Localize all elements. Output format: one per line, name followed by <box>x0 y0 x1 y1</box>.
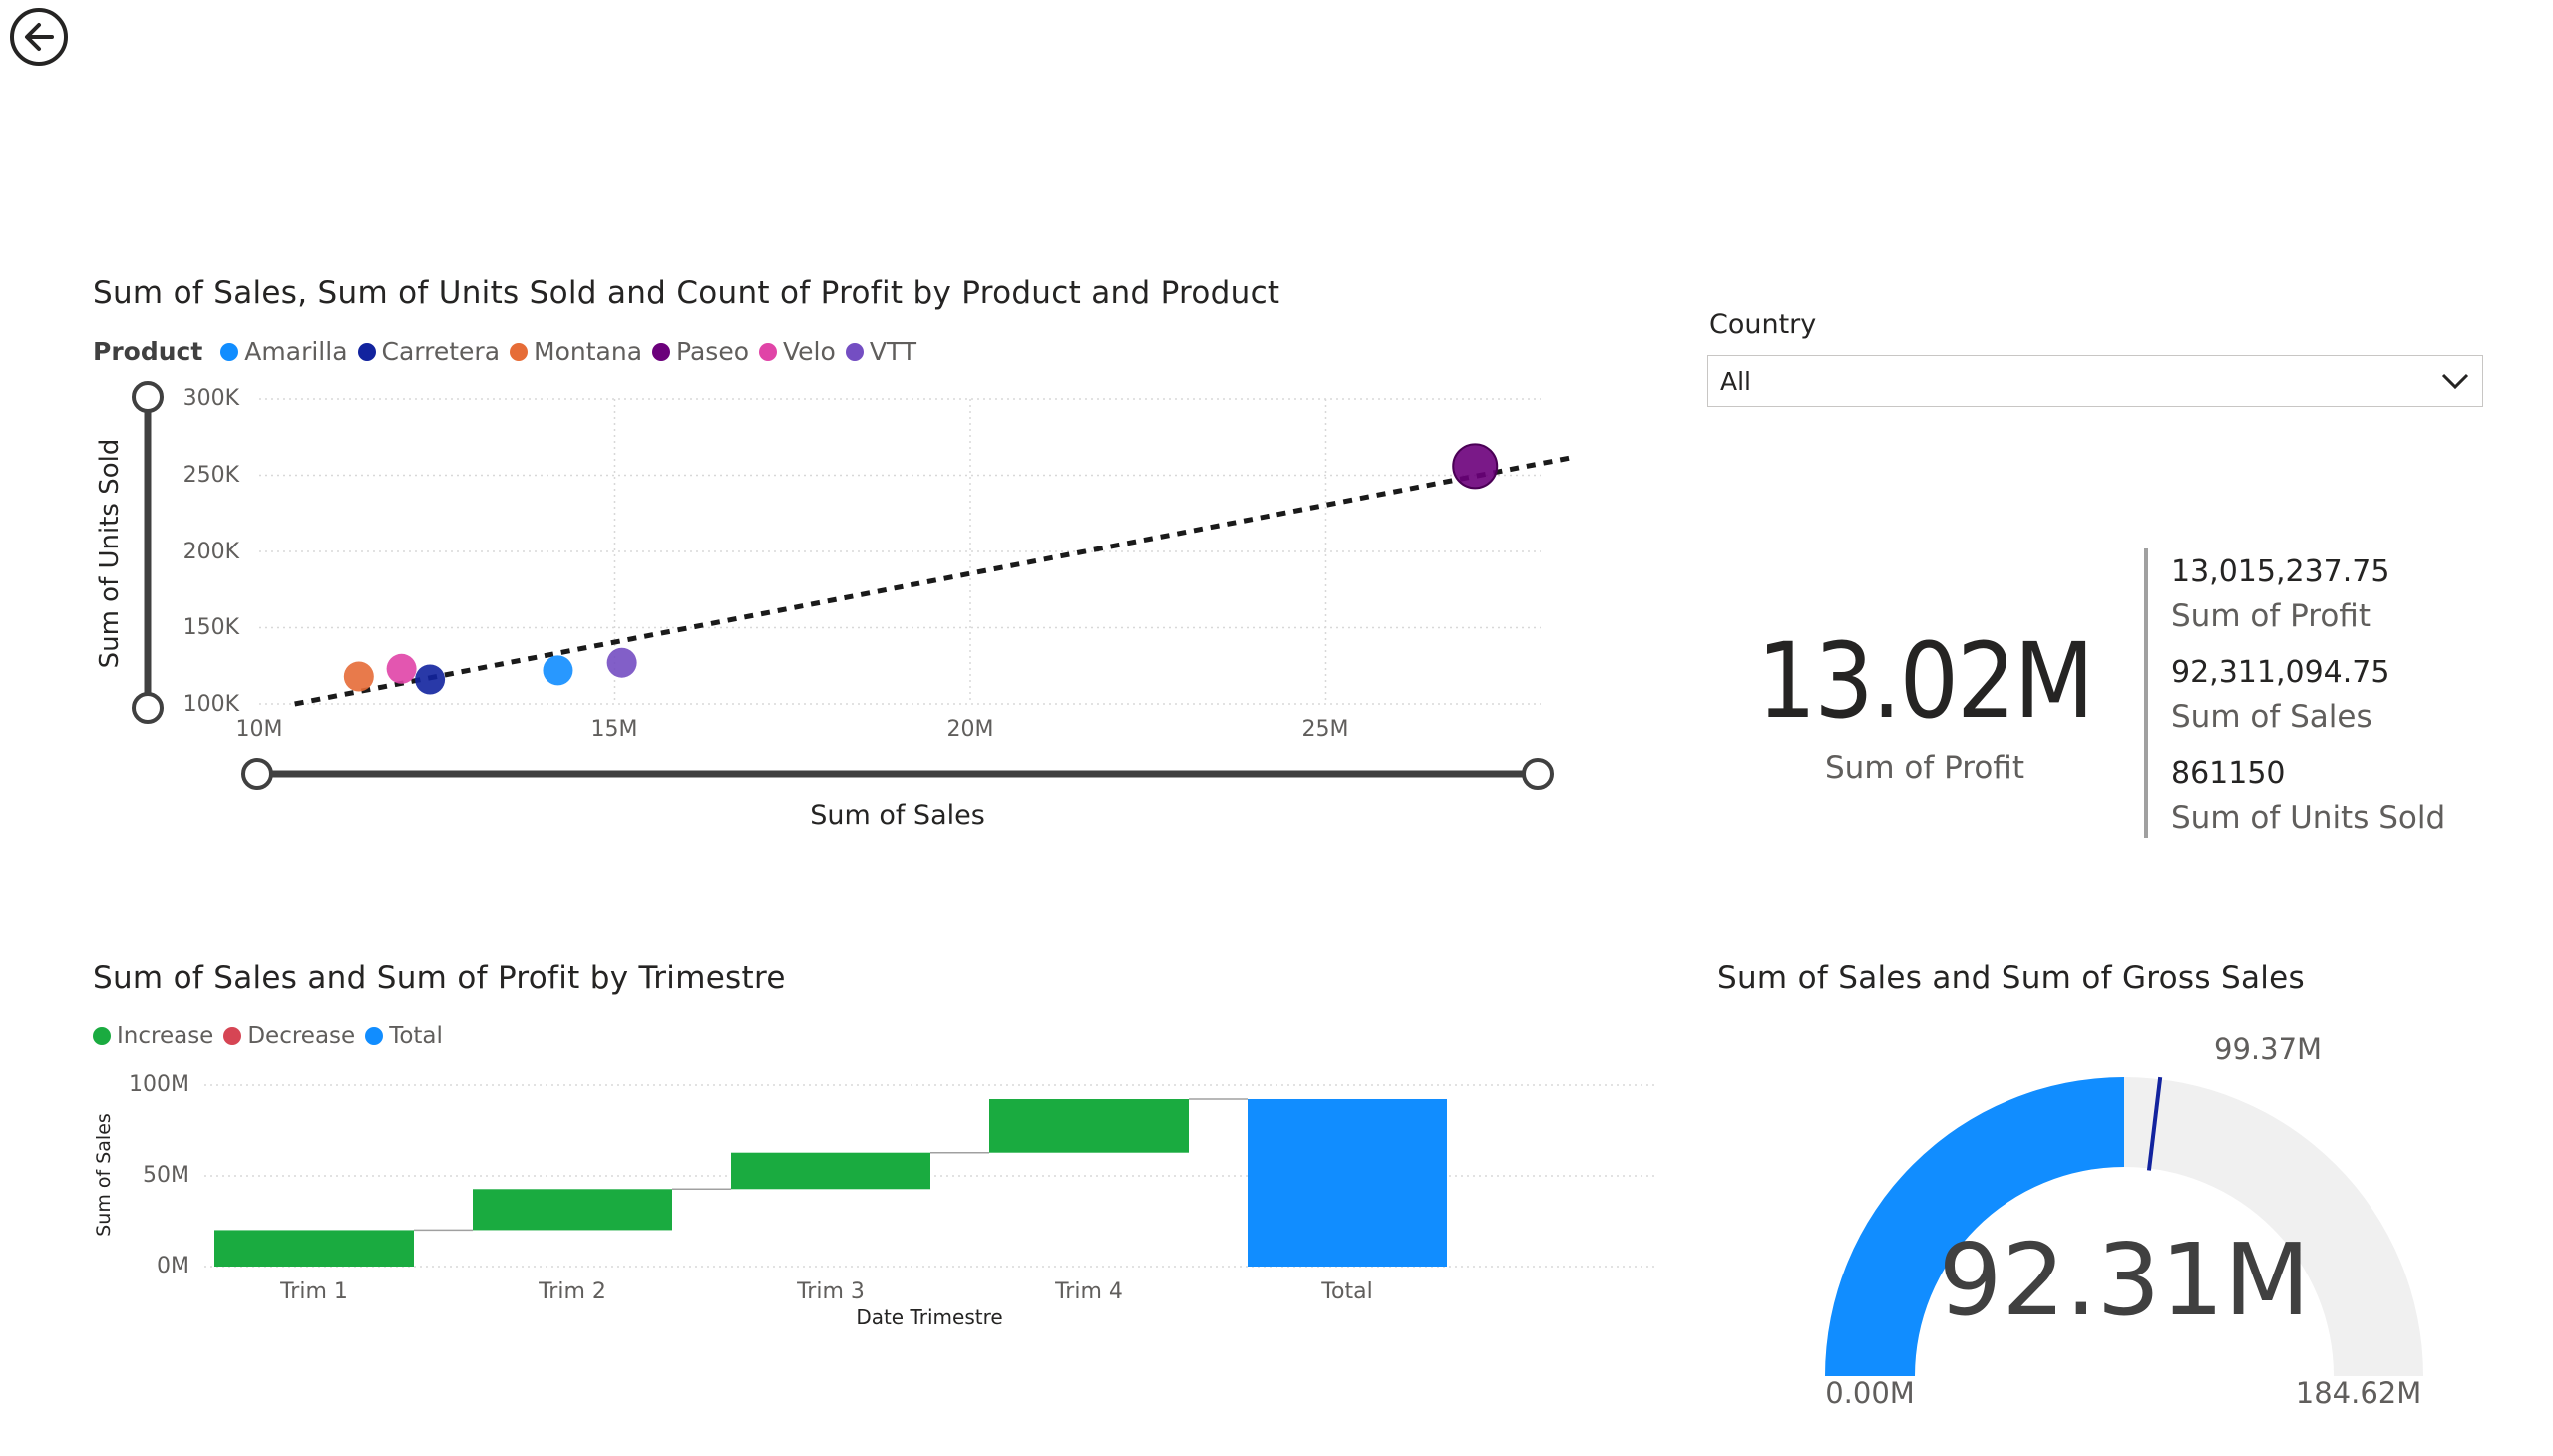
waterfall-bar-trim-4[interactable] <box>989 1099 1189 1153</box>
legend-item-vtt[interactable]: VTT <box>845 337 916 366</box>
y-tick-label: 100K <box>183 692 240 717</box>
card-row-profit-label: Sum of Profit <box>2171 598 2371 634</box>
x-tick-label: Total <box>1320 1279 1372 1304</box>
card-row-units-label: Sum of Units Sold <box>2171 800 2446 836</box>
gauge-value-label: 92.31M <box>1939 1222 2311 1338</box>
y-zoom-slider[interactable] <box>132 381 164 724</box>
legend-item-decrease[interactable]: Decrease <box>223 1023 355 1049</box>
x-tick-label: Trim 2 <box>538 1279 606 1304</box>
gauge-max-label: 184.62M <box>2296 1376 2422 1410</box>
waterfall-x-axis-title: Date Trimestre <box>856 1305 1002 1329</box>
x-tick-label: Trim 1 <box>279 1279 348 1304</box>
x-tick-label: 25M <box>1302 717 1349 742</box>
legend-item-paseo[interactable]: Paseo <box>652 337 749 366</box>
scatter-point-paseo[interactable] <box>1452 443 1499 490</box>
country-dropdown-value: All <box>1720 366 1751 396</box>
y-tick-label: 200K <box>183 540 240 564</box>
kpi-big-label: Sum of Profit <box>1825 750 2024 786</box>
x-zoom-handle-left[interactable] <box>241 758 273 790</box>
gauge-chart: 92.31M 99.37M 0.00M 184.62M <box>1825 1032 2423 1410</box>
card-row-sales-label: Sum of Sales <box>2171 699 2372 735</box>
y-tick-label: 100M <box>129 1072 189 1097</box>
scatter-point-velo[interactable] <box>386 653 417 684</box>
gauge-target-label: 99.37M <box>2214 1032 2322 1066</box>
waterfall-y-axis-title: Sum of Sales <box>93 1113 115 1237</box>
waterfall-bars: Trim 1 Trim 2 Trim 3 Trim 4 Total <box>214 1098 1447 1304</box>
scatter-point-amarilla[interactable] <box>543 655 573 686</box>
legend-item-total[interactable]: Total <box>365 1023 443 1049</box>
card-row-profit-value: 13,015,237.75 <box>2171 554 2390 589</box>
waterfall-bar-trim-3[interactable] <box>731 1152 930 1190</box>
y-tick-label: 50M <box>143 1163 189 1188</box>
back-arrow-icon <box>10 8 68 66</box>
scatter-gridlines <box>259 398 1541 705</box>
back-button[interactable] <box>8 6 70 68</box>
scatter-y-axis-title: Sum of Units Sold <box>95 439 125 669</box>
y-zoom-handle-bottom[interactable] <box>132 692 164 724</box>
card-row-units-value: 861150 <box>2171 756 2286 791</box>
y-tick-label: 250K <box>183 463 240 488</box>
country-dropdown[interactable]: All <box>1707 355 2483 407</box>
scatter-legend: Product Amarilla Carretera Montana Paseo… <box>93 337 926 366</box>
waterfall-bar-total[interactable] <box>1248 1098 1447 1267</box>
card-divider <box>2144 548 2148 838</box>
trend-line <box>294 454 1576 707</box>
x-tick-label: 20M <box>947 717 994 742</box>
gauge-title: Sum of Sales and Sum of Gross Sales <box>1717 960 2305 996</box>
kpi-big-value: 13.02M <box>1756 620 2095 742</box>
legend-item-increase[interactable]: Increase <box>93 1023 213 1049</box>
x-tick-label: Trim 3 <box>796 1279 865 1304</box>
scatter-title: Sum of Sales, Sum of Units Sold and Coun… <box>93 275 1280 311</box>
x-zoom-slider[interactable] <box>241 758 1554 790</box>
scatter-points <box>343 443 1499 695</box>
x-tick-label: 10M <box>236 717 283 742</box>
y-tick-label: 150K <box>183 615 240 640</box>
y-tick-label: 300K <box>183 386 240 411</box>
y-zoom-handle-top[interactable] <box>132 381 164 413</box>
x-tick-label: 15M <box>591 717 638 742</box>
card-row-sales-value: 92,311,094.75 <box>2171 655 2390 690</box>
x-tick-label: Trim 4 <box>1054 1279 1123 1304</box>
legend-item-velo[interactable]: Velo <box>759 337 836 366</box>
scatter-x-axis-title: Sum of Sales <box>810 800 985 831</box>
waterfall-bar-trim-2[interactable] <box>473 1189 672 1231</box>
waterfall-chart: 100M 50M 0M Sum of Sales Date Trimestre … <box>93 1072 1655 1329</box>
legend-item-montana[interactable]: Montana <box>510 337 642 366</box>
x-zoom-handle-right[interactable] <box>1522 758 1554 790</box>
legend-item-amarilla[interactable]: Amarilla <box>220 337 348 366</box>
scatter-point-carretera[interactable] <box>415 664 446 695</box>
scatter-point-vtt[interactable] <box>606 647 637 678</box>
scatter-legend-title: Product <box>93 337 203 366</box>
waterfall-bar-trim-1[interactable] <box>214 1230 414 1267</box>
waterfall-title: Sum of Sales and Sum of Profit by Trimes… <box>93 960 786 996</box>
waterfall-legend: Increase Decrease Total <box>93 1023 453 1049</box>
gauge-min-label: 0.00M <box>1825 1376 1915 1410</box>
scatter-chart: 300K 250K 200K 150K 100K 10M 15M 20M 25M… <box>95 381 1576 831</box>
slicer-label: Country <box>1709 309 1817 340</box>
y-tick-label: 0M <box>157 1254 189 1278</box>
chevron-down-icon <box>2441 373 2469 390</box>
legend-item-carretera[interactable]: Carretera <box>357 337 500 366</box>
scatter-point-montana[interactable] <box>343 661 374 692</box>
